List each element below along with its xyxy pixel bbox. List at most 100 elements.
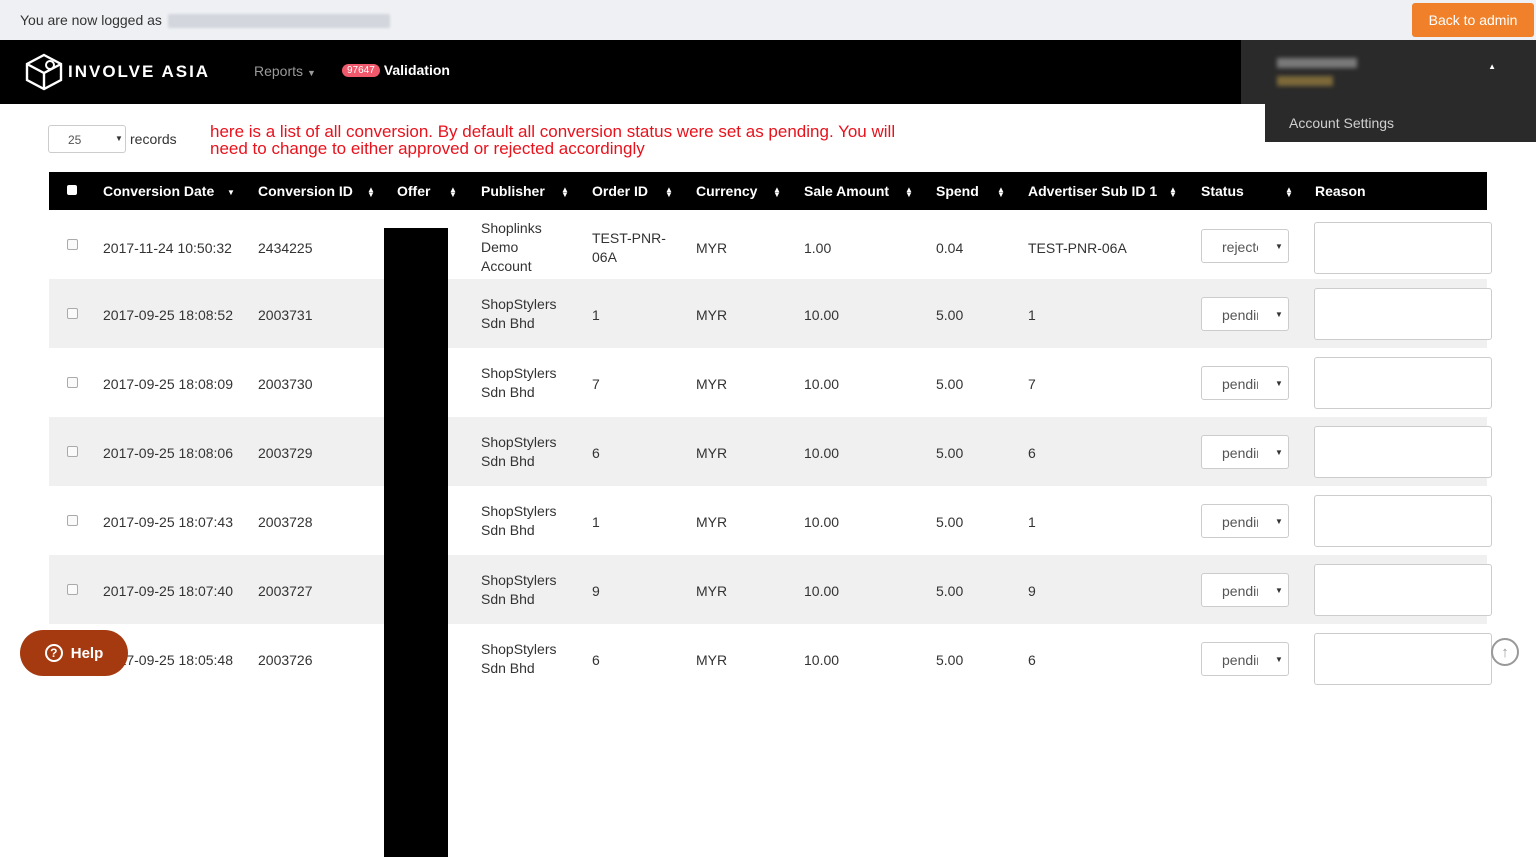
sort-desc-icon[interactable]: ▼ [227,189,235,197]
row-checkbox[interactable] [67,239,78,250]
sort-icon[interactable]: ▲ ▼ [997,186,1005,199]
table-row: 2017-09-25 18:07:40 2003727 ShopStylers … [49,555,1492,624]
reason-input[interactable] [1314,564,1492,616]
cell-order-id: 1 [592,514,600,530]
status-select[interactable]: pending ▼ [1201,573,1289,607]
help-button[interactable]: ? Help [20,630,128,676]
row-checkbox[interactable] [67,308,78,319]
col-spend[interactable]: Spend [936,183,979,199]
cell-spend: 5.00 [936,376,964,392]
cell-publisher-line: Demo [481,239,519,255]
cell-publisher-line: ShopStylers [481,365,557,381]
cell-sale-amount: 10.00 [804,445,840,461]
cell-order-id: 6 [592,445,600,461]
cube-logo-icon [25,53,63,91]
sort-icon[interactable]: ▲ ▼ [367,186,375,199]
col-advertiser-sub-id[interactable]: Advertiser Sub ID 1 [1028,183,1157,199]
cell-date: 2017-09-25 18:07:40 [103,583,233,599]
sort-icon[interactable]: ▲ ▼ [449,186,457,199]
user-menu-toggle[interactable]: ▲ [1241,40,1536,104]
reason-input[interactable] [1314,288,1492,340]
reason-input[interactable] [1314,633,1492,685]
table-row: 2017-09-25 18:08:06 2003729 ShopStylers … [49,417,1492,486]
status-select[interactable]: pending ▼ [1201,435,1289,469]
status-select[interactable]: pending ▼ [1201,366,1289,400]
col-reason[interactable]: Reason [1315,183,1366,199]
cell-publisher-line: ShopStylers [481,503,557,519]
col-currency[interactable]: Currency [696,183,757,199]
brand-name: INVOLVE ASIA [68,62,211,81]
status-select[interactable]: pending ▼ [1201,297,1289,331]
cell-spend: 0.04 [936,240,964,256]
reason-input[interactable] [1314,357,1492,409]
status-select[interactable]: rejected ▼ [1201,229,1289,263]
redacted-user-role [1277,76,1333,86]
main-navbar: INVOLVE ASIA Reports ▼ 97647 Validation ▲ [0,40,1536,104]
logged-as-label: You are now logged as [20,12,162,28]
account-settings-link[interactable]: Account Settings [1289,115,1394,131]
nav-validation[interactable]: 97647 Validation [342,62,450,78]
cell-sale-amount: 10.00 [804,583,840,599]
col-sale-amount[interactable]: Sale Amount [804,183,889,199]
cell-spend: 5.00 [936,583,964,599]
top-strip: You are now logged as Back to admin [0,0,1536,40]
cell-advertiser-sub-id: 1 [1028,514,1036,530]
cell-advertiser-sub-id: TEST-PNR-06A [1028,240,1127,256]
table-row: 2017-09-25 18:07:43 2003728 ShopStylers … [49,486,1492,555]
status-select[interactable]: pending ▼ [1201,504,1289,538]
chevron-down-icon: ▼ [307,68,316,78]
records-label: records [130,131,177,147]
row-checkbox[interactable] [67,515,78,526]
cell-currency: MYR [696,240,728,256]
cell-conversion-id: 2434225 [258,240,313,256]
select-all-checkbox[interactable] [67,185,77,195]
cell-publisher-line: ShopStylers [481,434,557,450]
nav-reports-menu[interactable]: Reports ▼ [254,63,316,79]
redacted-offer-column [384,228,448,857]
cell-publisher-line: Sdn Bhd [481,660,535,676]
back-to-admin-button[interactable]: Back to admin [1412,3,1534,37]
col-order-id[interactable]: Order ID [592,183,648,199]
help-label: Help [70,644,104,662]
chevron-down-icon: ▼ [1275,517,1283,526]
col-offer[interactable]: Offer [397,183,430,199]
chevron-down-icon: ▼ [1275,448,1283,457]
cell-date: 2017-09-25 18:07:43 [103,514,233,530]
reason-input[interactable] [1314,495,1492,547]
brand-logo[interactable]: INVOLVE ASIA [24,53,210,91]
sort-icon[interactable]: ▲ ▼ [1169,186,1177,199]
cell-sale-amount: 10.00 [804,307,840,323]
sort-icon[interactable]: ▲ ▼ [773,186,781,199]
cell-date: 2017-09-25 18:08:52 [103,307,233,323]
col-status[interactable]: Status [1201,183,1244,199]
row-checkbox[interactable] [67,446,78,457]
redacted-account-name [167,14,390,29]
cell-spend: 5.00 [936,445,964,461]
status-select[interactable]: pending ▼ [1201,642,1289,676]
records-select[interactable]: 25 ▼ [48,125,126,153]
sort-icon[interactable]: ▲ ▼ [665,186,673,199]
col-conversion-id[interactable]: Conversion ID [258,183,353,199]
cell-advertiser-sub-id: 1 [1028,307,1036,323]
sort-icon[interactable]: ▲ ▼ [1285,186,1293,199]
cell-currency: MYR [696,307,728,323]
cell-order-id: 7 [592,376,600,392]
cell-spend: 5.00 [936,307,964,323]
table-body: 2017-11-24 10:50:32 2434225 Shoplinks De… [49,210,1492,693]
instruction-annotation: here is a list of all conversion. By def… [210,122,896,158]
arrow-up-circle-icon[interactable]: ↑ [1491,638,1519,666]
sort-icon[interactable]: ▲ ▼ [561,186,569,199]
reason-input[interactable] [1314,426,1492,478]
table-row: 2017-09-25 18:05:48 2003726 ShopStylers … [49,624,1492,693]
cell-publisher-line: ShopStylers [481,572,557,588]
reason-input[interactable] [1314,222,1492,274]
cell-spend: 5.00 [936,514,964,530]
col-publisher[interactable]: Publisher [481,183,545,199]
status-select-value: pending [1222,652,1258,668]
sort-icon[interactable]: ▲ ▼ [905,186,913,199]
row-checkbox[interactable] [67,377,78,388]
col-conversion-date[interactable]: Conversion Date [103,183,214,199]
row-checkbox[interactable] [67,584,78,595]
cell-order-id: 1 [592,307,600,323]
cell-spend: 5.00 [936,652,964,668]
